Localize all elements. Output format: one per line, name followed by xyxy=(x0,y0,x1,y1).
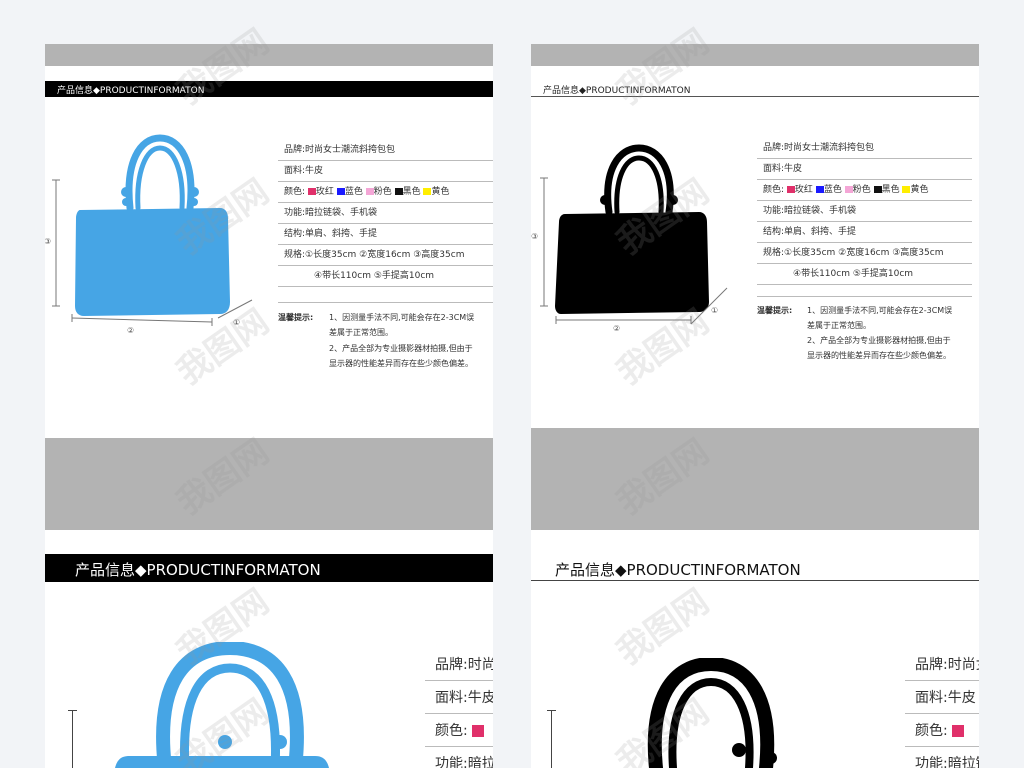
spec-row-material: 面料:牛皮 xyxy=(425,683,493,714)
color-swatch-pink xyxy=(844,186,853,193)
section-underline xyxy=(531,96,979,97)
dimension-tick-large xyxy=(547,710,556,711)
top-left-gray-block xyxy=(45,438,493,530)
dimension-length-label: ② xyxy=(127,326,135,335)
bottom-right-panel: 产品信息◆PRODUCTINFORMATON 品牌:时尚女士潮流斜挎包包 面料:… xyxy=(531,530,979,768)
section-title-large: 产品信息◆PRODUCTINFORMATON xyxy=(75,561,321,579)
dimension-line-large xyxy=(551,710,552,768)
color-swatch-rose xyxy=(786,186,795,193)
spec-row-material: 面料:牛皮 xyxy=(757,160,972,180)
color-swatch-black xyxy=(873,186,882,193)
tips-line-2a: 2、产品全部为专业摄影器材拍摄,但由于 xyxy=(807,336,951,345)
spec-table-large-right: 品牌:时尚女士潮流斜挎包包 面料:牛皮 颜色: 功能:暗拉链袋、手机袋 xyxy=(905,650,979,768)
section-title-large-light: 产品信息◆PRODUCTINFORMATON xyxy=(555,561,801,579)
color-swatch-blue xyxy=(815,186,824,193)
section-title: 产品信息◆PRODUCTINFORMATON xyxy=(57,86,205,96)
dimension-line-large xyxy=(72,710,73,768)
dimension-width-label: ① xyxy=(233,318,241,327)
tips-line-1a: 1、因测量手法不同,可能会存在2-3CM误 xyxy=(807,306,953,315)
handbag-blue-image-large xyxy=(115,642,329,768)
dimension-height-label: ③ xyxy=(45,237,52,246)
spec-row-function: 功能:暗拉链袋、手机袋 xyxy=(915,756,979,768)
color-swatch-pink xyxy=(365,188,374,195)
spec-table-bottom-line xyxy=(757,296,972,297)
tips-line-2b: 显示器的性能差异而存在些少颜色偏差。 xyxy=(807,351,951,360)
spec-table-right: 品牌:时尚女士潮流斜挎包包 面料:牛皮 颜色: 玫红 蓝色 粉色 黑色 黄色 功… xyxy=(757,139,972,285)
section-title-light: 产品信息◆PRODUCTINFORMATON xyxy=(543,86,691,96)
spec-row-color: 颜色: 玫红 蓝色 粉色 黑色 黄色 xyxy=(278,183,493,203)
color-swatch-blue xyxy=(336,188,345,195)
handbag-black-image-large xyxy=(647,658,777,768)
spec-row-color: 颜色: 玫红 蓝色 粉色 黑色 黄色 xyxy=(757,181,972,201)
tips-line-2a: 2、产品全部为专业摄影器材拍摄,但由于 xyxy=(329,344,473,353)
spec-row-structure: 结构:单肩、斜挎、手提 xyxy=(757,223,972,243)
top-right-panel: 产品信息◆PRODUCTINFORMATON ③ ② ① 品牌:时尚女士潮流斜挎… xyxy=(531,66,979,428)
color-swatch-black xyxy=(394,188,403,195)
tips-line-1a: 1、因测量手法不同,可能会存在2-3CM误 xyxy=(329,313,475,322)
spec-row-structure: 结构:单肩、斜挎、手提 xyxy=(278,225,493,245)
top-left-panel: 产品信息◆PRODUCTINFORMATON ③ ② ① 品牌:时尚女士潮流斜挎… xyxy=(45,66,493,438)
spec-row-function: 功能:暗拉链袋、手机袋 xyxy=(435,756,493,768)
spec-row-brand: 品牌:时尚女士潮流斜挎包包 xyxy=(905,650,979,681)
spec-row-material: 面料:牛皮 xyxy=(905,683,979,714)
spec-row-function: 功能:暗拉链袋、手机袋 xyxy=(757,202,972,222)
tips-label: 温馨提示: xyxy=(757,306,793,315)
top-right-gray-bar xyxy=(531,44,979,66)
dimension-height-label: ③ xyxy=(531,232,539,241)
top-left-gray-bar xyxy=(45,44,493,66)
color-swatch-rose xyxy=(951,725,964,737)
tips-line-1b: 差属于正常范围。 xyxy=(329,328,393,337)
spec-table: 品牌:时尚女士潮流斜挎包包 面料:牛皮 颜色: 玫红 蓝色 粉色 黑色 黄色 功… xyxy=(278,141,493,287)
spec-row-function: 功能:暗拉链袋、手机袋 xyxy=(278,204,493,224)
section-header-large: 产品信息◆PRODUCTINFORMATON xyxy=(45,554,493,582)
spec-table-bottom-line xyxy=(278,302,493,303)
color-swatch-rose xyxy=(307,188,316,195)
spec-row-size-2: ④带长110cm ⑤手提高10cm xyxy=(757,265,972,285)
dimension-width-label: ① xyxy=(711,306,719,315)
spec-row-size: 规格:①长度35cm ②宽度16cm ③高度35cm xyxy=(757,244,972,264)
dimension-length-label: ② xyxy=(613,324,621,333)
section-underline-large xyxy=(531,580,979,581)
spec-row-color: 颜色: xyxy=(905,716,979,747)
section-header: 产品信息◆PRODUCTINFORMATON xyxy=(45,81,493,97)
spec-row-material: 面料:牛皮 xyxy=(278,162,493,182)
bottom-left-panel: 产品信息◆PRODUCTINFORMATON 品牌:时尚女士潮流斜挎包包 面料:… xyxy=(45,530,493,768)
tips-line-2b: 显示器的性能差异而存在些少颜色偏差。 xyxy=(329,359,473,368)
tips-line-1b: 差属于正常范围。 xyxy=(807,321,871,330)
spec-row-brand: 品牌:时尚女士潮流斜挎包包 xyxy=(425,650,493,681)
dimension-tick-large xyxy=(68,710,77,711)
spec-row-brand: 品牌:时尚女士潮流斜挎包包 xyxy=(757,139,972,159)
spec-row-brand: 品牌:时尚女士潮流斜挎包包 xyxy=(278,141,493,161)
tips-label: 温馨提示: xyxy=(278,313,314,322)
color-swatch-rose xyxy=(471,725,484,737)
spec-table-large: 品牌:时尚女士潮流斜挎包包 面料:牛皮 颜色: 功能:暗拉链袋、手机袋 xyxy=(425,650,493,768)
spec-row-size-2: ④带长110cm ⑤手提高10cm xyxy=(278,267,493,287)
spec-row-size: 规格:①长度35cm ②宽度16cm ③高度35cm xyxy=(278,246,493,266)
spec-row-color: 颜色: xyxy=(425,716,493,747)
top-right-gray-block xyxy=(531,428,979,530)
